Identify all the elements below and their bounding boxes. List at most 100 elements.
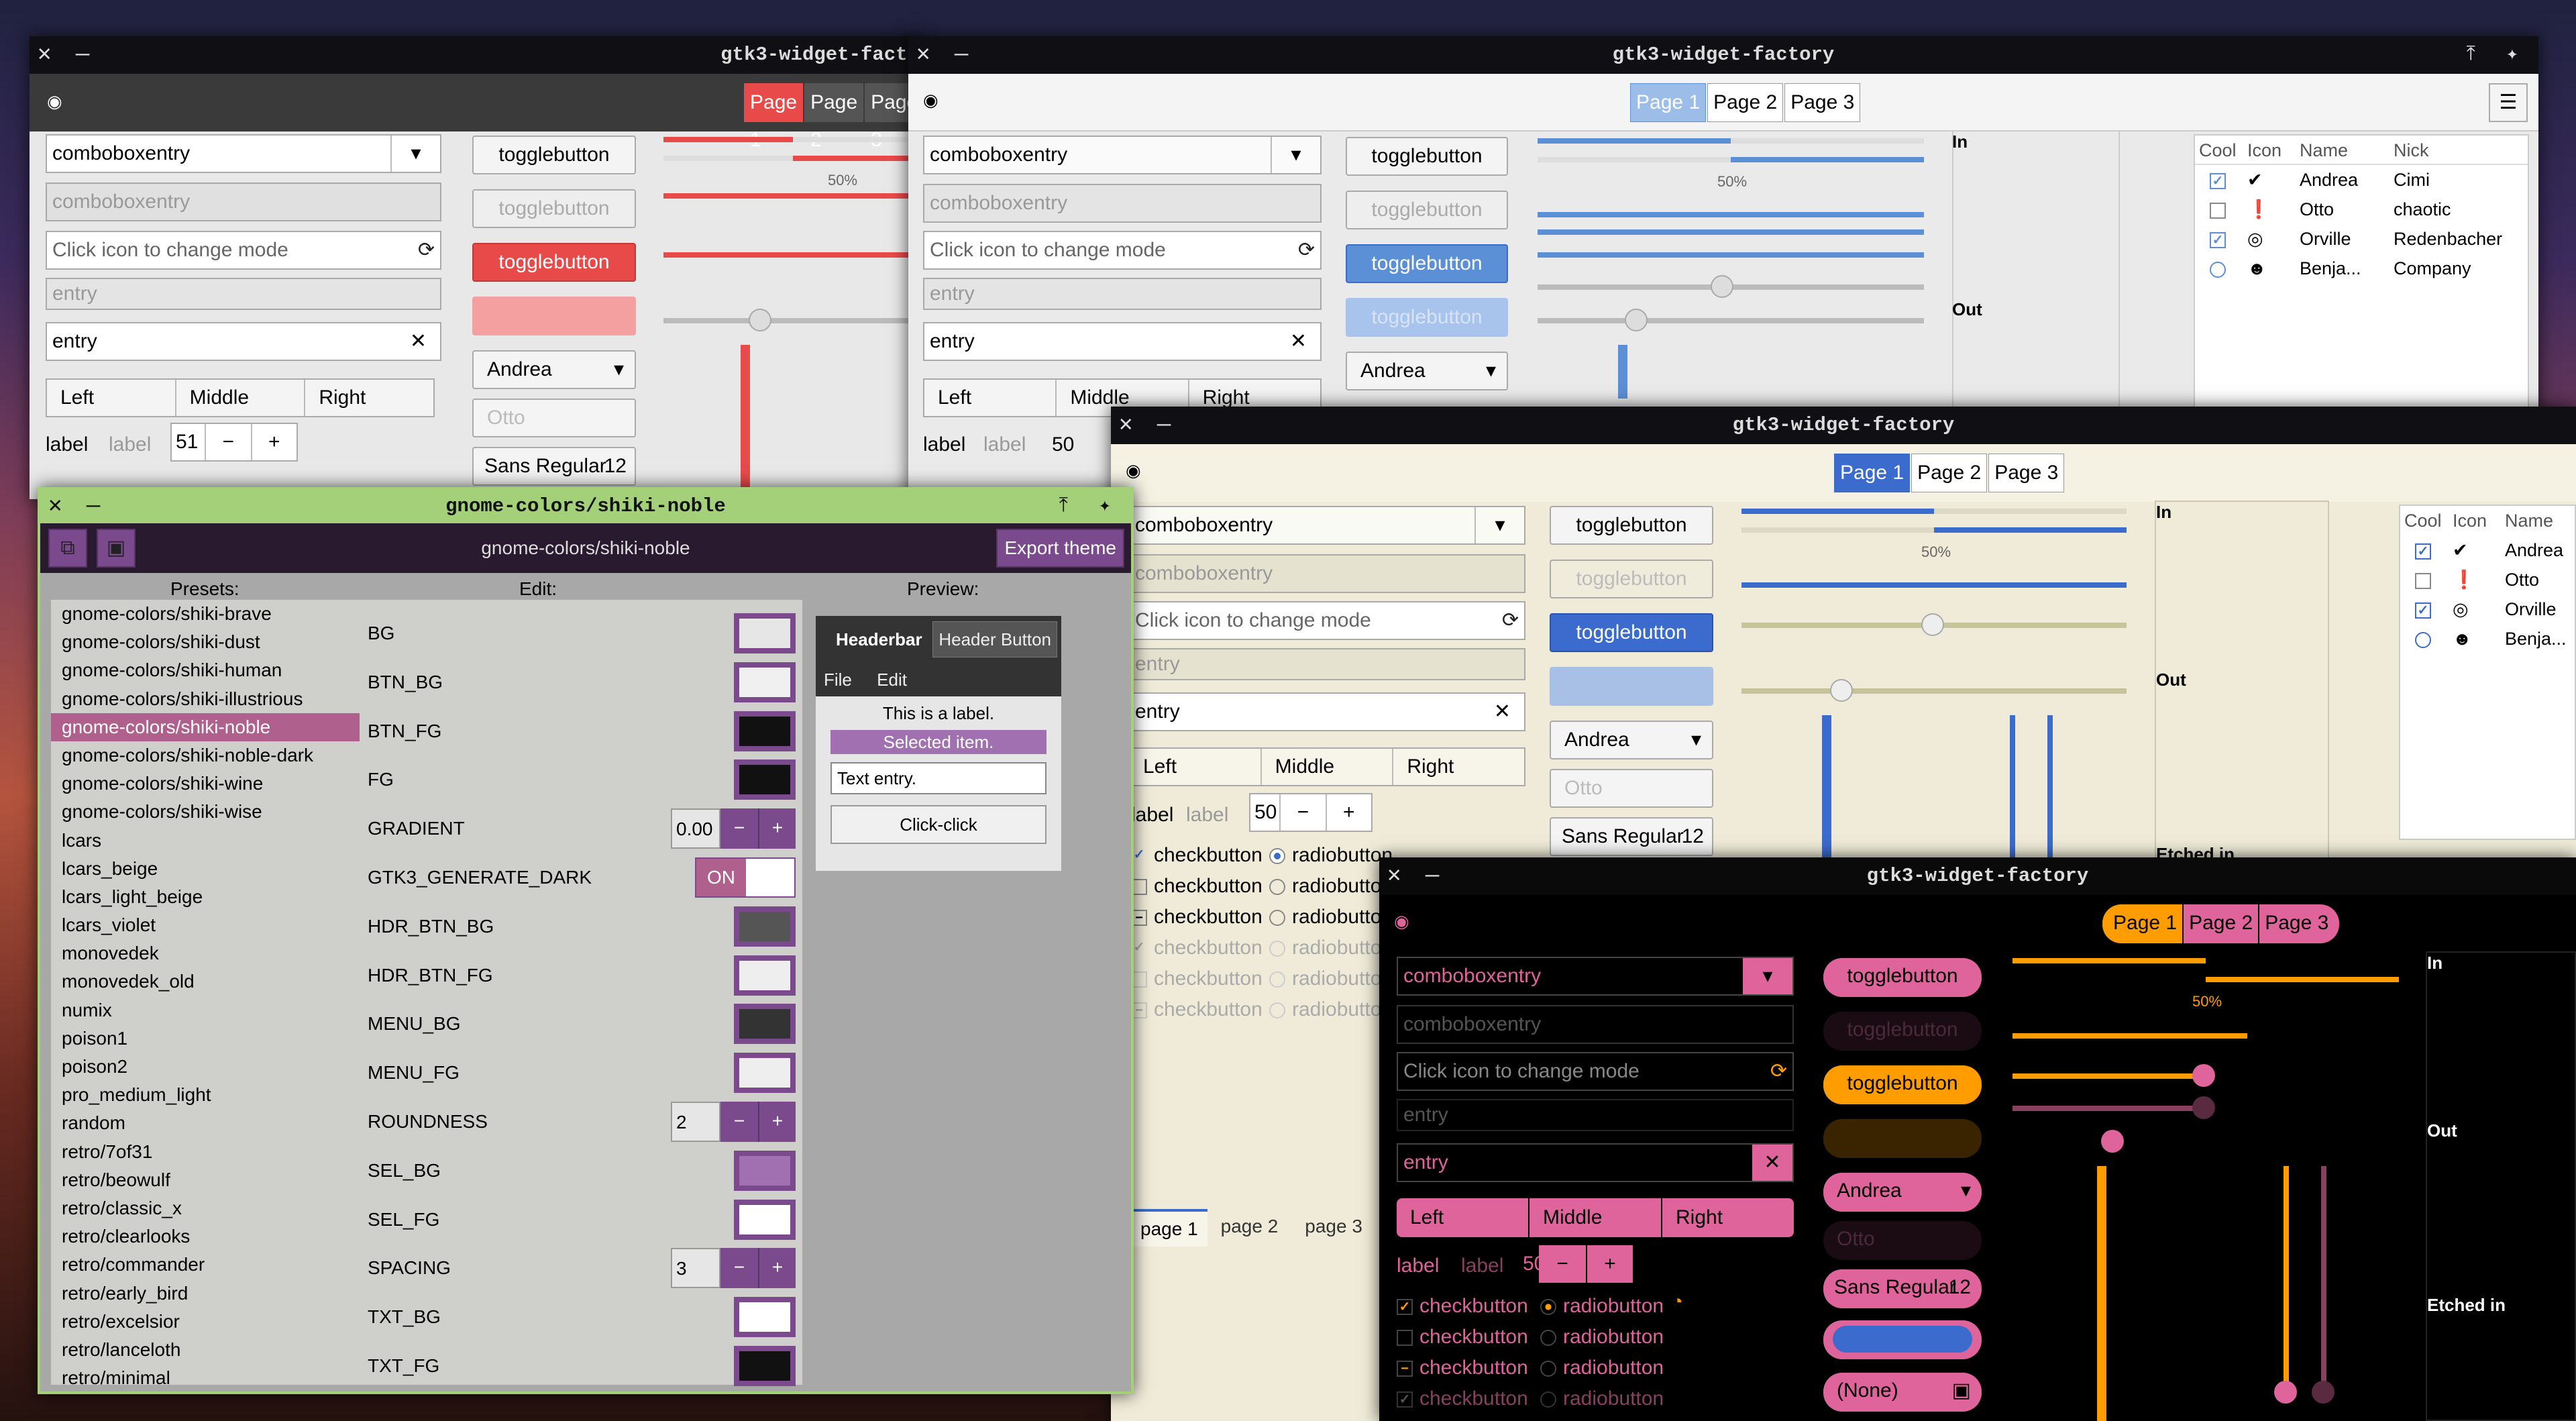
vertical-scale[interactable] [741,345,750,499]
checkbox[interactable]: ✓ [2415,602,2431,619]
combo-andrea[interactable]: Andrea ▾ [1550,721,1713,759]
combo-andrea[interactable]: Andrea ▾ [472,350,636,389]
chevron-down-icon[interactable]: ▾ [1271,137,1320,173]
togglebutton[interactable]: togglebutton [1550,506,1713,545]
slider-knob-2[interactable] [1625,309,1648,331]
chevron-down-icon[interactable]: ▾ [1474,507,1524,543]
menu-icon[interactable]: ☰ [2489,83,2528,122]
combobox-entry[interactable]: comboboxentry ▾ [923,136,1322,174]
tab-page-3[interactable]: page 3 [1291,1209,1376,1247]
preview-header-button[interactable]: Header Button [932,621,1057,657]
togglebutton[interactable]: togglebutton [1346,137,1508,176]
tree-header-name[interactable]: Name [2300,136,2394,164]
tree-header-name[interactable]: Name [2505,506,2553,535]
tab-page-2[interactable]: page 2 [1208,1209,1292,1247]
color-swatch-button[interactable] [734,955,796,996]
preset-item[interactable]: lcars [51,827,360,855]
vertical-scale-2[interactable] [2284,1166,2289,1387]
tree-header-cool[interactable]: Cool [2195,136,2247,164]
checkbox[interactable]: ✓ [2210,231,2226,248]
radiobutton[interactable]: radiobutton [1540,1353,1664,1383]
combo-andrea[interactable]: Andrea ▾ [1823,1173,1982,1212]
slider-knob[interactable] [1921,613,1944,636]
togglebutton-active[interactable]: togglebutton [1550,613,1713,652]
preset-item[interactable]: retro/7of31 [51,1138,360,1166]
color-swatch-button[interactable] [734,710,796,751]
radiobutton[interactable]: radiobutton [1540,1322,1664,1353]
preset-item[interactable]: gnome-colors/shiki-illustrious [51,685,360,713]
tree-row[interactable]: ❗ Otto chaotic [2195,195,2528,224]
checkbox[interactable] [2415,572,2431,589]
tab-page-2[interactable]: Page 2 [2184,904,2259,943]
icon-entry[interactable]: Click icon to change mode ⟳ [923,231,1322,270]
seg-left[interactable]: Left [1130,749,1260,785]
preset-item[interactable]: gnome-colors/shiki-dust [51,628,360,656]
preset-item[interactable]: retro/minimal [51,1364,360,1385]
togglebutton-active[interactable]: togglebutton [1346,244,1508,283]
export-theme-button[interactable]: Export theme [996,529,1124,568]
preset-item[interactable]: retro/classic_x [51,1194,360,1222]
plus-icon[interactable]: + [758,808,796,849]
checkbox[interactable]: ✓ [2210,172,2226,189]
tree-header-nick[interactable]: Nick [2394,136,2521,164]
spin-button[interactable]: 2− + [671,1102,796,1142]
preset-item[interactable]: lcars_violet [51,911,360,939]
plus-icon[interactable]: + [758,1248,796,1289]
slider-2[interactable] [663,318,922,323]
preset-item[interactable]: gnome-colors/shiki-brave [51,600,360,628]
icon-entry[interactable]: Click icon to change mode ⟳ [46,231,441,270]
vertical-scale[interactable] [1618,345,1627,399]
plus-icon[interactable]: + [250,424,297,460]
tree-row[interactable]: ☻ Benja... [2400,624,2575,653]
radiobutton[interactable]: radiobutton [1269,840,1393,871]
radio[interactable] [2210,261,2226,278]
checkbox[interactable] [2210,202,2226,219]
tree-header-icon[interactable]: Icon [2247,136,2300,164]
slider-3[interactable] [1538,318,1924,323]
color-swatch-button[interactable] [734,1199,796,1240]
entry[interactable]: entry ✕ [923,322,1322,361]
entry[interactable]: entry ✕ [1397,1143,1794,1182]
font-button[interactable]: Sans Regular 12 [1823,1269,1982,1308]
slider-1[interactable] [2012,1073,2202,1079]
slider-2[interactable] [1741,688,2127,694]
preset-item[interactable]: retro/excelsior [51,1308,360,1336]
vertical-scale-3[interactable] [2321,1166,2326,1387]
window-controls-icon[interactable]: ✕ — [1119,407,1176,444]
minus-icon[interactable]: − [720,808,758,849]
tree-row[interactable]: ✓ ✔ Andrea Cimi [2195,165,2528,195]
preset-item[interactable]: gnome-colors/shiki-human [51,656,360,684]
preset-item[interactable]: random [51,1109,360,1137]
clear-icon[interactable]: ✕ [1494,694,1511,730]
combobox-entry[interactable]: comboboxentry ▾ [1128,506,1525,545]
preset-item[interactable]: numix [51,996,360,1024]
minus-icon[interactable]: − [720,1248,758,1289]
slider-knob[interactable] [2192,1064,2215,1087]
minus-icon[interactable]: − [720,1102,758,1142]
color-swatch-button[interactable] [734,906,796,947]
preset-item[interactable]: lcars_light_beige [51,883,360,911]
minus-icon[interactable]: − [1279,794,1325,831]
tree-row[interactable]: ✓ ✔ Andrea [2400,535,2575,565]
slider-2[interactable] [2012,1106,2202,1111]
plus-icon[interactable]: + [1325,794,1371,831]
plus-icon[interactable]: + [1586,1245,1633,1283]
tree-row[interactable]: ☻ Benja... Company [2195,254,2528,283]
menu-file[interactable]: File [816,670,852,690]
slider-knob[interactable] [1711,275,1733,298]
clear-icon[interactable]: ✕ [410,323,427,360]
togglebutton-active[interactable]: togglebutton [1823,1065,1982,1104]
chevron-down-icon[interactable]: ▾ [390,136,440,172]
slider-knob-2[interactable] [2192,1096,2215,1119]
window-controls-icon[interactable]: ✕ — [1387,857,1444,895]
titlebar[interactable]: ✕ — gtk3-widget-facto [30,36,922,74]
menu-edit[interactable]: Edit [857,670,907,690]
pin-icon[interactable]: ⤒ ✦ [2467,36,2528,74]
spin-button[interactable]: 3− + [671,1248,796,1289]
chevron-down-icon[interactable]: ▾ [1743,958,1792,994]
checkbutton[interactable]: checkbutton [1131,871,1263,902]
titlebar[interactable]: ✕ — gtk3-widget-factory [1379,857,2576,895]
color-swatch-button[interactable] [734,613,796,653]
seg-right[interactable]: Right [1661,1198,1794,1237]
checkbutton[interactable]: checkbutton [1397,1322,1528,1353]
